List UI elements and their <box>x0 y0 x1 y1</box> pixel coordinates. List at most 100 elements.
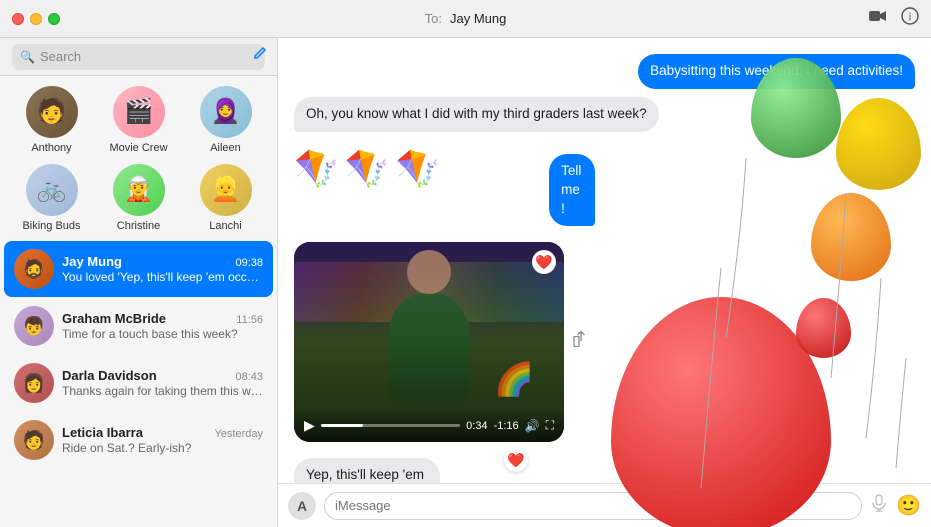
avatar-anthony: 🧑 <box>26 86 78 138</box>
svg-text:i: i <box>909 12 911 24</box>
video-controls[interactable]: ▶ 0:34 -1:16 🔊 ⛶ <box>294 409 564 442</box>
bubble-babysitting: Babysitting this weekend, I need activit… <box>638 54 915 89</box>
emoji-button[interactable]: 🙂 <box>896 493 921 518</box>
msg-row-ohyouknow: Oh, you know what I did with my third gr… <box>294 97 915 132</box>
pinned-label-christine: Christine <box>117 220 160 232</box>
conv-item-leticia[interactable]: 🧑 Leticia Ibarra Yesterday Ride on Sat.?… <box>4 412 273 468</box>
pinned-label-moviecrew: Movie Crew <box>109 142 167 154</box>
conv-top-darla: Darla Davidson 08:43 <box>62 368 263 383</box>
video-message-row: 🌈 ▶ 0:34 -1:16 🔊 ⛶ <box>294 242 915 442</box>
message-input[interactable] <box>324 492 862 520</box>
audio-button[interactable] <box>870 494 888 517</box>
app-drawer-label: A <box>297 498 307 514</box>
video-container-wrap: 🌈 ▶ 0:34 -1:16 🔊 ⛶ <box>294 242 564 442</box>
sidebar: 🔍 Search 🧑 Anthony 🎬 Movie Cre <box>0 38 278 527</box>
pinned-label-bikingbuds: Biking Buds <box>22 220 80 232</box>
avatar-moviecrew: 🎬 <box>113 86 165 138</box>
pinned-christine[interactable]: 🧝 Christine <box>101 164 177 232</box>
conv-avatar-darla: 👩 <box>14 363 54 403</box>
chat-area: Babysitting this weekend, I need activit… <box>278 38 931 527</box>
pinned-anthony[interactable]: 🧑 Anthony <box>14 86 90 154</box>
title-bar: To: Jay Mung i <box>0 0 931 38</box>
traffic-lights <box>12 13 60 25</box>
conv-content-darla: Darla Davidson 08:43 Thanks again for ta… <box>62 368 263 398</box>
progress-fill <box>321 424 363 427</box>
conv-avatar-leticia: 🧑 <box>14 420 54 460</box>
conv-time-jaymung: 09:38 <box>235 257 263 269</box>
avatar-bikingbuds: 🚲 <box>26 164 78 216</box>
conv-top-graham: Graham McBride 11:56 <box>62 311 263 326</box>
conv-content-jaymung: Jay Mung 09:38 You loved 'Yep, this'll k… <box>62 254 263 284</box>
video-time-remaining: -1:16 <box>494 420 519 432</box>
conv-content-graham: Graham McBride 11:56 Time for a touch ba… <box>62 311 263 341</box>
share-icon[interactable] <box>572 331 590 354</box>
avatar-aileen: 🧕 <box>200 86 252 138</box>
pinned-aileen[interactable]: 🧕 Aileen <box>188 86 264 154</box>
app-body: 🔍 Search 🧑 Anthony 🎬 Movie Cre <box>0 38 931 527</box>
app-drawer-button[interactable]: A <box>288 492 316 520</box>
pinned-lanchi[interactable]: 👱 Lanchi <box>188 164 264 232</box>
pinned-moviecrew[interactable]: 🎬 Movie Crew <box>101 86 177 154</box>
conv-item-graham[interactable]: 👦 Graham McBride 11:56 Time for a touch … <box>4 298 273 354</box>
pinned-contacts-row1: 🧑 Anthony 🎬 Movie Crew 🧕 Aileen <box>0 76 277 160</box>
conv-preview-darla: Thanks again for taking them this weeken… <box>62 384 263 398</box>
conv-name-leticia: Leticia Ibarra <box>62 425 143 440</box>
last-received-msg-row: Yep, this'll keep 'em occupied. 😊 ❤️ ↩ ↩… <box>294 458 915 483</box>
pinned-label-aileen: Aileen <box>210 142 241 154</box>
pinned-contacts-row2: 🚲 Biking Buds 🧝 Christine 👱 Lanchi <box>0 160 277 240</box>
video-time-current: 0:34 <box>466 420 487 432</box>
avatar-lanchi: 👱 <box>200 164 252 216</box>
conv-preview-jaymung: You loved 'Yep, this'll keep 'em occupie… <box>62 270 263 284</box>
conv-name-darla: Darla Davidson <box>62 368 157 383</box>
bubble-ohyouknow: Oh, you know what I did with my third gr… <box>294 97 659 132</box>
title-bar-actions: i <box>869 7 919 30</box>
maximize-button[interactable] <box>48 13 60 25</box>
compose-button[interactable] <box>251 46 267 67</box>
pinned-label-anthony: Anthony <box>31 142 71 154</box>
conv-top-leticia: Leticia Ibarra Yesterday <box>62 425 263 440</box>
conv-name-jaymung: Jay Mung <box>62 254 122 269</box>
pinned-bikingbuds[interactable]: 🚲 Biking Buds <box>14 164 90 232</box>
sidebar-header: 🔍 Search <box>0 38 277 76</box>
conv-time-graham: 11:56 <box>236 314 263 326</box>
search-placeholder: Search <box>40 49 81 64</box>
conversation-list: 🧔 Jay Mung 09:38 You loved 'Yep, this'll… <box>0 240 277 527</box>
conv-time-leticia: Yesterday <box>214 428 263 440</box>
heart-tapback[interactable]: ❤️ <box>504 448 528 472</box>
recipient-name: Jay Mung <box>450 11 506 26</box>
conv-preview-leticia: Ride on Sat.? Early-ish? <box>62 441 263 455</box>
search-bar[interactable]: 🔍 Search <box>12 44 265 70</box>
conv-preview-graham: Time for a touch base this week? <box>62 327 263 341</box>
kite-stickers: 🪁 🪁 🪁 <box>294 144 440 194</box>
bubble-yepkeep: Yep, this'll keep 'em occupied. 😊 <box>294 458 440 483</box>
video-heart-reaction[interactable]: ❤️ <box>532 250 556 274</box>
video-message[interactable]: 🌈 ▶ 0:34 -1:16 🔊 ⛶ <box>294 242 564 442</box>
conv-top-jaymung: Jay Mung 09:38 <box>62 254 263 269</box>
last-received-bubble-wrap: Yep, this'll keep 'em occupied. 😊 ❤️ <box>294 458 518 483</box>
video-call-icon[interactable] <box>869 9 887 28</box>
play-button-icon[interactable]: ▶ <box>304 417 315 434</box>
info-icon[interactable]: i <box>901 7 919 30</box>
search-icon: 🔍 <box>20 50 35 64</box>
conv-time-darla: 08:43 <box>235 371 263 383</box>
kite-3: 🪁 <box>396 148 441 190</box>
title-bar-center: To: Jay Mung <box>425 11 507 26</box>
kite-1: 🪁 <box>294 148 339 190</box>
fullscreen-icon[interactable]: ⛶ <box>546 418 554 433</box>
progress-bar[interactable] <box>321 424 460 427</box>
conv-avatar-graham: 👦 <box>14 306 54 346</box>
volume-icon[interactable]: 🔊 <box>525 419 540 433</box>
messages-container: Babysitting this weekend, I need activit… <box>278 38 931 483</box>
conv-avatar-jaymung: 🧔 <box>14 249 54 289</box>
kite-2: 🪁 <box>345 148 390 190</box>
minimize-button[interactable] <box>30 13 42 25</box>
msg-row-babysitting: Babysitting this weekend, I need activit… <box>294 54 915 89</box>
pinned-label-lanchi: Lanchi <box>209 220 241 232</box>
conv-content-leticia: Leticia Ibarra Yesterday Ride on Sat.? E… <box>62 425 263 455</box>
bubble-tellme: Tell me! <box>549 154 595 227</box>
close-button[interactable] <box>12 13 24 25</box>
input-bar: A 🙂 <box>278 483 931 527</box>
conv-item-darla[interactable]: 👩 Darla Davidson 08:43 Thanks again for … <box>4 355 273 411</box>
conv-item-jaymung[interactable]: 🧔 Jay Mung 09:38 You loved 'Yep, this'll… <box>4 241 273 297</box>
avatar-christine: 🧝 <box>113 164 165 216</box>
